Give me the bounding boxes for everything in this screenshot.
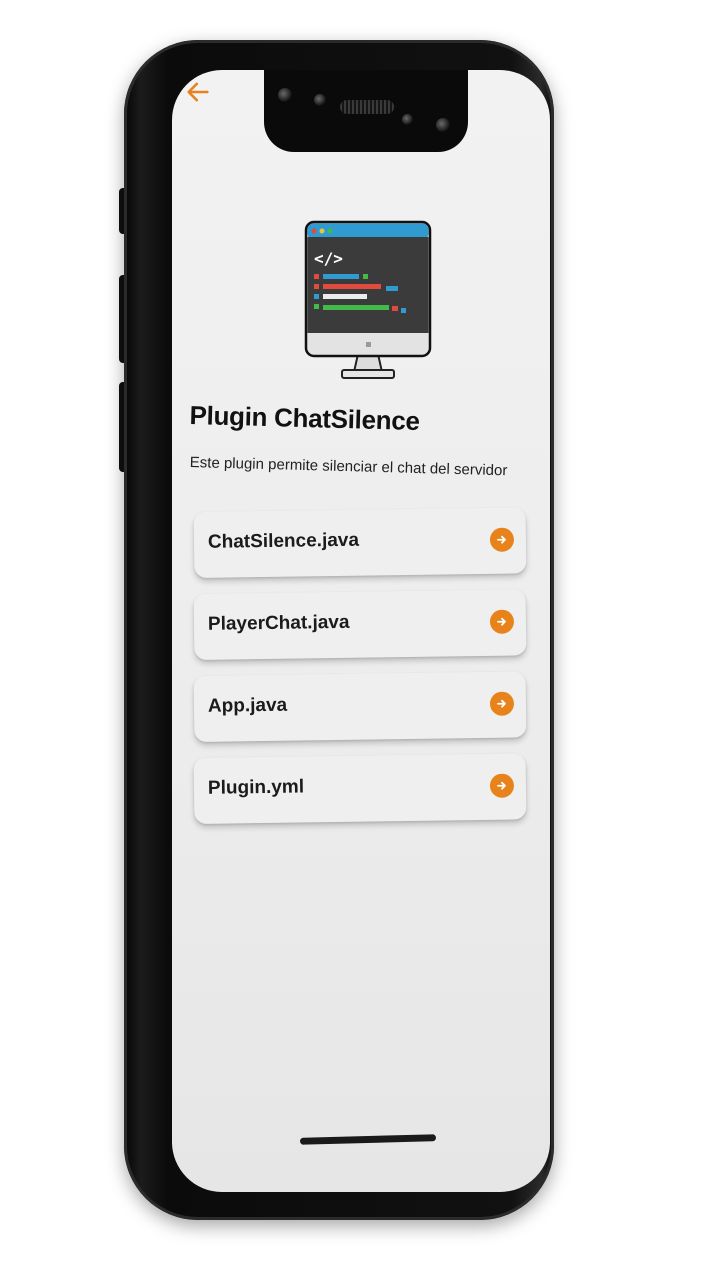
arrow-right-circle-icon[interactable] xyxy=(489,527,515,552)
file-item-playerchat[interactable]: PlayerChat.java xyxy=(193,589,527,660)
arrow-left-icon xyxy=(187,82,209,102)
code-monitor-icon: </> xyxy=(304,220,432,379)
file-item-plugin-yml[interactable]: Plugin.yml xyxy=(193,753,527,824)
camera-icon xyxy=(278,88,292,102)
file-label: ChatSilence.java xyxy=(207,529,360,553)
file-item-chatsilence[interactable]: ChatSilence.java xyxy=(193,507,527,578)
front-camera-icon xyxy=(436,118,450,132)
file-label: Plugin.yml xyxy=(207,776,305,799)
camera-icon xyxy=(314,94,326,106)
page-description: Este plugin permite silenciar el chat de… xyxy=(189,454,508,480)
home-indicator[interactable] xyxy=(299,1134,437,1145)
svg-text:</>: </> xyxy=(314,249,343,268)
back-button[interactable] xyxy=(184,78,212,106)
page-title: Plugin ChatSilence xyxy=(189,400,421,437)
phone-notch xyxy=(264,70,468,152)
arrow-right-circle-icon[interactable] xyxy=(489,609,515,634)
arrow-right-circle-icon[interactable] xyxy=(489,691,515,716)
file-label: PlayerChat.java xyxy=(207,611,350,635)
sensor-icon xyxy=(402,114,413,125)
file-item-app[interactable]: App.java xyxy=(193,671,527,742)
arrow-right-circle-icon[interactable] xyxy=(489,773,515,798)
app-screen: </> Plugin ChatSilence Este plugin permi… xyxy=(172,70,550,1192)
file-label: App.java xyxy=(207,694,288,717)
speaker-grille xyxy=(340,100,394,114)
